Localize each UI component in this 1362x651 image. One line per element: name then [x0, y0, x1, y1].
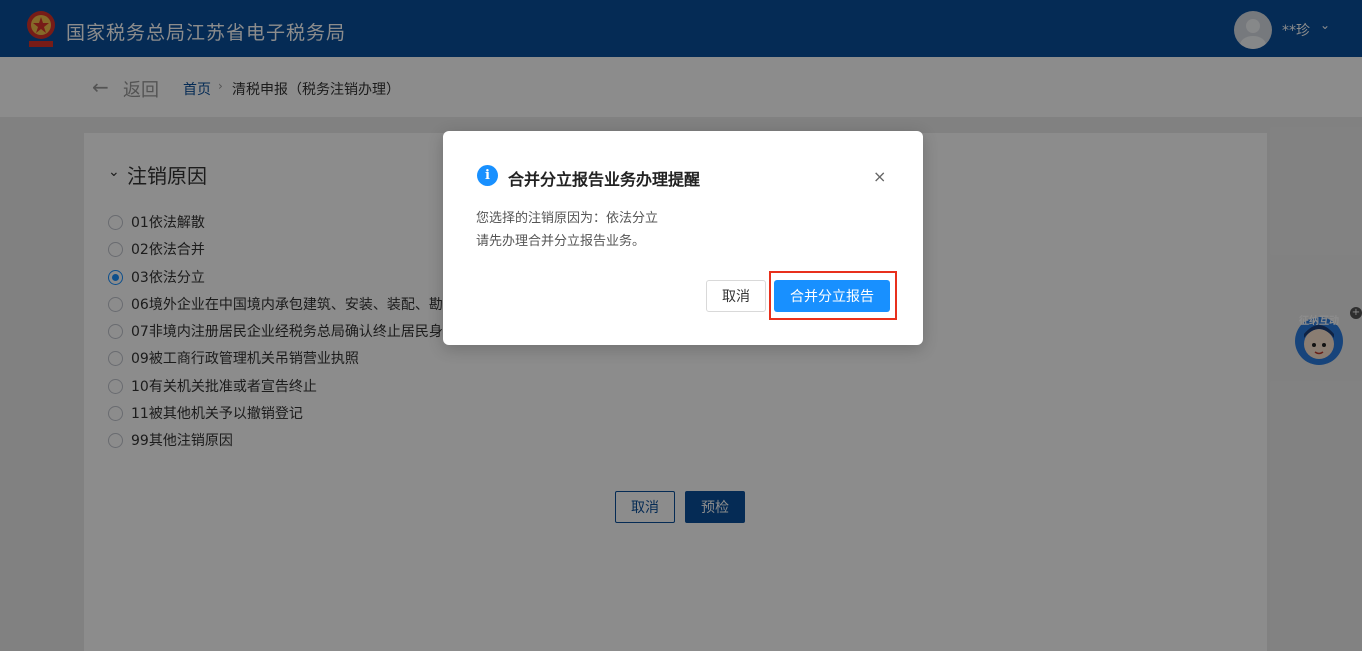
dialog-cancel-button[interactable]: 取消 — [706, 280, 766, 312]
dialog-message-instruction: 请先办理合并分立报告业务。 — [476, 234, 646, 249]
dialog-message-reason: 您选择的注销原因为：依法分立 — [476, 211, 659, 226]
merge-split-reminder-dialog: i 合并分立报告业务办理提醒 × 您选择的注销原因为：依法分立 请先办理合并分立… — [443, 131, 923, 345]
merge-split-report-button[interactable]: 合并分立报告 — [774, 280, 890, 312]
dialog-title: 合并分立报告业务办理提醒 — [508, 170, 701, 189]
info-icon: i — [477, 165, 498, 186]
close-icon[interactable]: × — [873, 167, 886, 186]
